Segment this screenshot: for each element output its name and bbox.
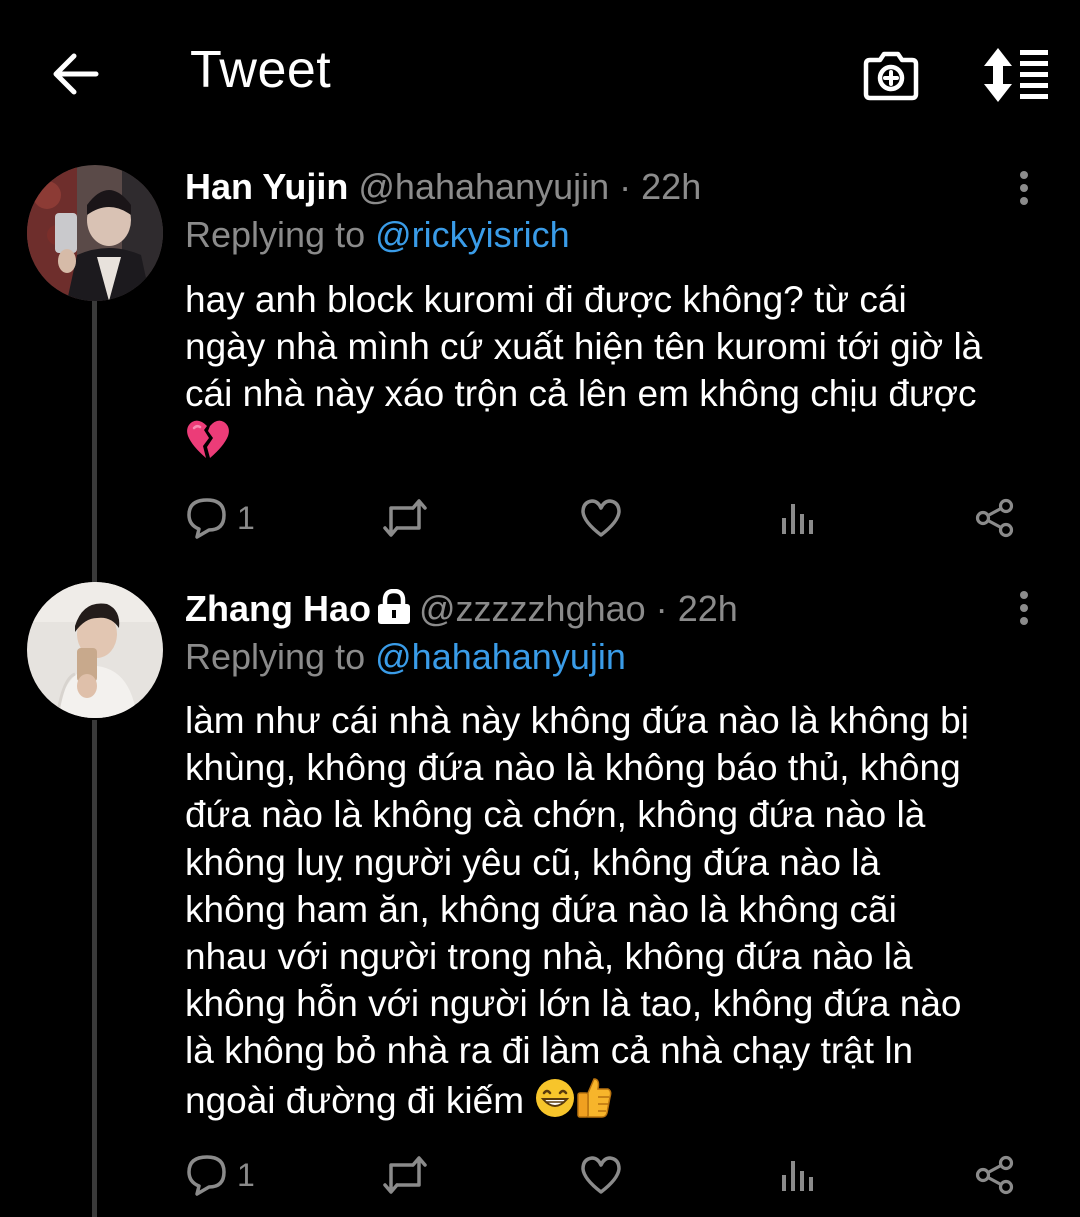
separator: · <box>619 166 632 207</box>
tweet-text-emoji-line <box>185 418 1055 465</box>
tweet-text: hay anh block kuromi đi được không? từ c… <box>185 276 1055 465</box>
page-title: Tweet <box>190 41 332 99</box>
tweet-text-line: hay anh block kuromi đi được không? từ c… <box>185 279 907 320</box>
reply-icon <box>187 498 226 539</box>
replying-to-label: Replying to <box>185 636 366 677</box>
back-arrow-icon <box>53 53 99 95</box>
tweet-header: Zhang Hao @zzzzzhghao · 22h <box>185 586 738 632</box>
camera-add-icon <box>863 51 919 101</box>
thumbs-up-emoji <box>577 1077 612 1118</box>
tweet-text-line: ngoài đường đi kiếm <box>185 1079 525 1121</box>
timestamp[interactable]: 22h <box>641 166 701 207</box>
tweet-actions: 1 <box>185 1150 1035 1200</box>
back-button[interactable] <box>44 42 108 106</box>
share-button[interactable] <box>975 493 1015 543</box>
tweet-text-line: đứa nào là không cà chớn, không đứa nào … <box>185 794 926 836</box>
avatar[interactable] <box>27 582 163 718</box>
profile-photo <box>27 165 163 301</box>
thread-connector-line <box>92 300 97 582</box>
share-icon <box>975 1155 1014 1195</box>
thread-connector-line <box>92 720 97 1217</box>
tweet-text-line: không luỵ người yêu cũ, không đứa nào là <box>185 841 881 883</box>
retweet-button[interactable] <box>382 1150 428 1200</box>
tweet-text: làm như cái nhà này không đứa nào là khô… <box>185 697 1055 1124</box>
user-handle[interactable]: @hahahanyujin <box>358 166 609 207</box>
reply-icon <box>187 1155 226 1196</box>
reply-button[interactable]: 1 <box>185 493 255 543</box>
more-vertical-icon <box>1020 171 1028 205</box>
reply-count: 1 <box>237 1156 255 1193</box>
more-vertical-icon <box>1020 591 1028 625</box>
tweet-text-line: không hỗn với người lớn là tao, không đứ… <box>185 983 962 1025</box>
tweet-text-line: nhau với người trong nhà, không đứa nào … <box>185 936 913 978</box>
avatar[interactable] <box>27 165 163 301</box>
grinning-face-emoji <box>536 1078 575 1117</box>
retweet-icon <box>383 1156 427 1194</box>
replying-to: Replying to @hahahanyujin <box>185 634 626 680</box>
lock-icon <box>378 589 410 624</box>
heart-icon <box>581 499 621 537</box>
sort-replies-button[interactable] <box>980 44 1052 106</box>
broken-heart-emoji <box>187 420 229 458</box>
reply-count: 1 <box>237 499 255 536</box>
retweet-button[interactable] <box>382 493 428 543</box>
heart-icon <box>581 1156 621 1194</box>
profile-photo <box>27 582 163 718</box>
tweet-text-line: cái nhà này xáo trộn cả lên em không chị… <box>185 373 977 415</box>
user-handle[interactable]: @zzzzzhghao <box>419 588 646 629</box>
analytics-button[interactable] <box>780 1150 816 1200</box>
tweet-text-last-line: ngoài đường đi kiếm <box>185 1075 1055 1124</box>
sort-thread-icon <box>984 48 1048 102</box>
separator: · <box>655 588 668 629</box>
retweet-icon <box>383 499 427 537</box>
replying-to-label: Replying to <box>185 214 366 255</box>
camera-button[interactable] <box>860 44 922 106</box>
tweet-text-line: không ham ăn, không đứa nào là không cãi <box>185 888 897 930</box>
analytics-button[interactable] <box>780 493 816 543</box>
like-button[interactable] <box>580 1150 622 1200</box>
tweet-text-line: khùng, không đứa nào là không báo thủ, k… <box>185 747 961 789</box>
display-name[interactable]: Han Yujin <box>185 166 348 207</box>
replying-to-mention[interactable]: @rickyisrich <box>375 214 570 255</box>
tweet-text-line: ngày nhà mình cứ xuất hiện tên kuromi tớ… <box>185 326 983 368</box>
more-options-button[interactable] <box>1000 584 1048 632</box>
like-button[interactable] <box>580 493 622 543</box>
tweet-actions: 1 <box>185 493 1035 543</box>
more-options-button[interactable] <box>1000 164 1048 212</box>
display-name[interactable]: Zhang Hao <box>185 588 371 629</box>
share-icon <box>975 498 1014 538</box>
replying-to: Replying to @rickyisrich <box>185 212 570 258</box>
top-app-bar: Tweet <box>0 0 1080 150</box>
analytics-icon <box>782 504 813 534</box>
tweet-text-line: là không bỏ nhà ra đi làm cả nhà chạy tr… <box>185 1030 914 1072</box>
share-button[interactable] <box>975 1150 1015 1200</box>
replying-to-mention[interactable]: @hahahanyujin <box>375 636 626 677</box>
reply-button[interactable]: 1 <box>185 1150 255 1200</box>
analytics-icon <box>782 1161 813 1191</box>
tweet-header: Han Yujin @hahahanyujin · 22h <box>185 164 701 210</box>
timestamp[interactable]: 22h <box>678 588 738 629</box>
tweet-text-line: làm như cái nhà này không đứa nào là khô… <box>185 700 969 741</box>
